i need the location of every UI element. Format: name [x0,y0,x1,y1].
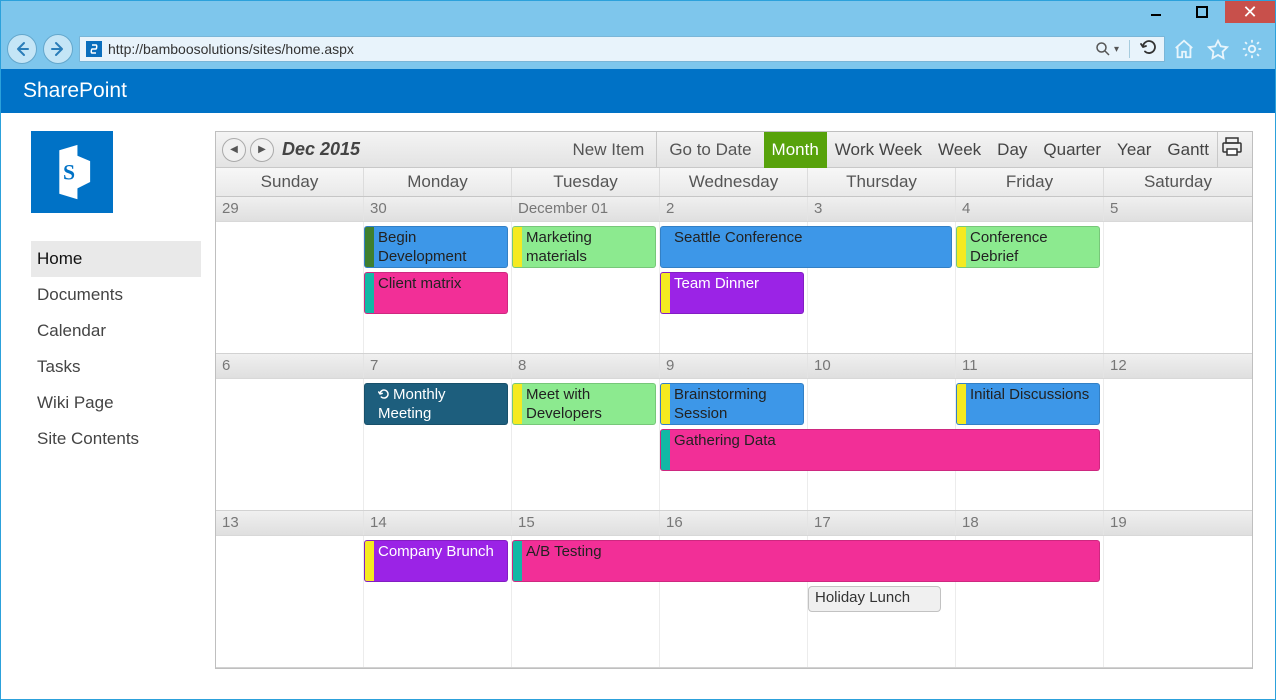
browser-toolbar: ▾ [1,29,1275,69]
calendar-event[interactable]: Monthly Meeting [364,383,508,425]
date-cell[interactable]: 9 [660,354,808,378]
date-cell[interactable]: 3 [808,197,956,221]
calendar-event[interactable]: Team Dinner [660,272,804,314]
calendar-event[interactable]: Gathering Data [660,429,1100,471]
date-cell[interactable]: 2 [660,197,808,221]
date-cell[interactable]: 30 [364,197,512,221]
date-cell[interactable]: 15 [512,511,660,535]
sharepoint-logo: S [31,131,113,213]
print-button[interactable] [1218,137,1246,162]
date-cell[interactable]: 13 [216,511,364,535]
view-tab-month[interactable]: Month [764,132,827,168]
calendar-event[interactable]: Brainstorming Session [660,383,804,425]
calendar: ◀ ▶ Dec 2015 New Item Go to Date MonthWo… [215,131,1253,669]
suite-bar: SharePoint [1,69,1275,113]
nav-item-calendar[interactable]: Calendar [31,313,201,349]
date-cell[interactable]: 12 [1104,354,1252,378]
date-cell[interactable]: 7 [364,354,512,378]
date-cell[interactable]: 14 [364,511,512,535]
view-tab-day[interactable]: Day [989,132,1035,168]
prev-month-button[interactable]: ◀ [222,138,246,162]
close-button[interactable]: ✕ [1225,1,1275,23]
nav-item-home[interactable]: Home [31,241,201,277]
favorites-icon[interactable] [1205,36,1231,62]
calendar-event[interactable]: Conference Debrief [956,226,1100,268]
forward-button[interactable] [43,34,73,64]
date-cell[interactable]: 10 [808,354,956,378]
chevron-down-icon: ▾ [1114,44,1119,55]
url-input[interactable] [108,41,1089,57]
new-item-button[interactable]: New Item [561,132,657,168]
date-cell[interactable]: 19 [1104,511,1252,535]
view-tab-quarter[interactable]: Quarter [1035,132,1109,168]
view-tab-work-week[interactable]: Work Week [827,132,930,168]
view-tab-gantt[interactable]: Gantt [1159,132,1217,168]
date-cell[interactable]: 29 [216,197,364,221]
calendar-event[interactable]: Holiday Lunch [808,586,941,612]
date-cell[interactable]: December 01 [512,197,660,221]
calendar-event[interactable]: Marketing materials [512,226,656,268]
back-button[interactable] [7,34,37,64]
address-bar: ▾ [79,36,1165,62]
day-header: Monday [364,168,512,196]
calendar-event[interactable]: Seattle Conference [660,226,952,268]
date-cell[interactable]: 5 [1104,197,1252,221]
date-cell[interactable]: 17 [808,511,956,535]
day-header: Wednesday [660,168,808,196]
goto-date-button[interactable]: Go to Date [657,132,763,168]
settings-icon[interactable] [1239,36,1265,62]
date-cell[interactable]: 11 [956,354,1104,378]
day-header: Saturday [1104,168,1252,196]
calendar-event[interactable]: Company Brunch [364,540,508,582]
view-tab-week[interactable]: Week [930,132,989,168]
svg-text:S: S [63,160,75,184]
search-icon[interactable]: ▾ [1095,41,1119,57]
nav-item-site-contents[interactable]: Site Contents [31,421,201,457]
date-cell[interactable]: 8 [512,354,660,378]
next-month-button[interactable]: ▶ [250,138,274,162]
maximize-button[interactable] [1179,1,1225,23]
minimize-button[interactable] [1133,1,1179,23]
nav-item-tasks[interactable]: Tasks [31,349,201,385]
month-label: Dec 2015 [282,139,360,160]
date-cell[interactable]: 6 [216,354,364,378]
day-header: Thursday [808,168,956,196]
view-tab-year[interactable]: Year [1109,132,1159,168]
day-header: Sunday [216,168,364,196]
calendar-event[interactable]: Begin Development [364,226,508,268]
date-cell[interactable]: 4 [956,197,1104,221]
refresh-button[interactable] [1140,38,1158,61]
calendar-event[interactable]: Client matrix [364,272,508,314]
nav-item-documents[interactable]: Documents [31,277,201,313]
calendar-event[interactable]: Initial Discussions [956,383,1100,425]
suite-name: SharePoint [23,79,127,103]
nav-item-wiki-page[interactable]: Wiki Page [31,385,201,421]
day-header: Friday [956,168,1104,196]
window-titlebar: ✕ [1,1,1275,29]
date-cell[interactable]: 16 [660,511,808,535]
site-icon [86,41,102,57]
calendar-event[interactable]: A/B Testing [512,540,1100,582]
date-cell[interactable]: 18 [956,511,1104,535]
calendar-event[interactable]: Meet with Developers [512,383,656,425]
home-icon[interactable] [1171,36,1197,62]
left-navigation: S HomeDocumentsCalendarTasksWiki PageSit… [1,113,215,699]
day-header: Tuesday [512,168,660,196]
